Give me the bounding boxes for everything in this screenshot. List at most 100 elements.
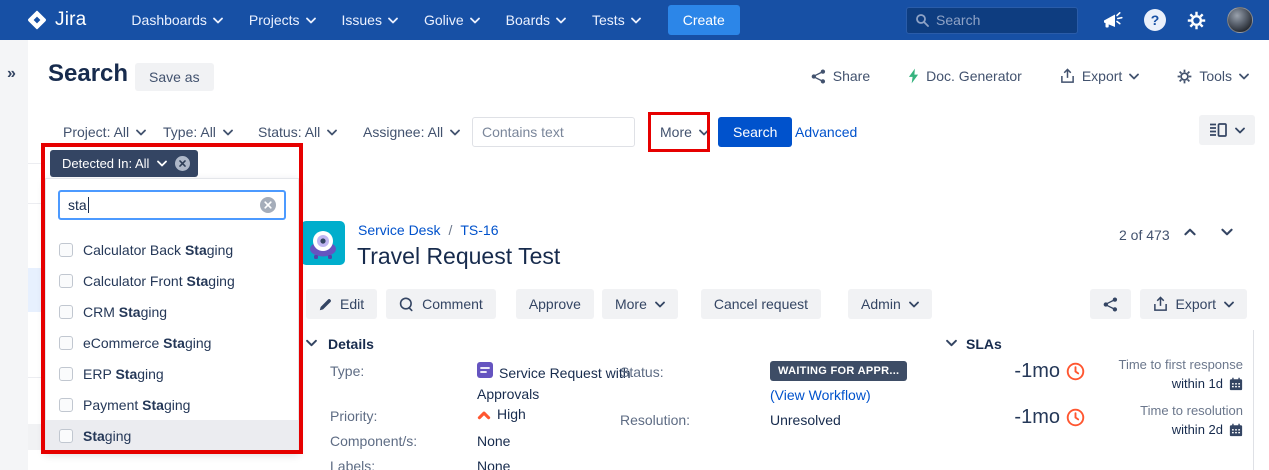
save-as-button[interactable]: Save as <box>135 63 214 91</box>
project-avatar <box>301 221 345 270</box>
advanced-search-link[interactable]: Advanced <box>795 124 857 140</box>
chevron-down-icon <box>327 129 337 136</box>
jira-logo[interactable]: Jira <box>26 9 86 31</box>
list-item[interactable]: eCommerce Staging <box>46 327 298 358</box>
chevron-down-icon <box>1235 127 1245 134</box>
checkbox[interactable] <box>59 305 73 319</box>
component-value: None <box>477 433 510 449</box>
more-actions-button[interactable]: More <box>602 289 678 319</box>
filter-project-dropdown[interactable]: Project: All <box>63 124 146 140</box>
details-collapse-icon[interactable] <box>306 339 317 347</box>
expand-sidebar-button[interactable]: » <box>7 65 16 83</box>
breadcrumb-issue-key-link[interactable]: TS-16 <box>460 222 498 238</box>
checkbox[interactable] <box>59 398 73 412</box>
status-label: Status: <box>620 364 664 380</box>
help-icon[interactable]: ? <box>1144 9 1166 31</box>
option-text-match: Sta <box>115 366 137 382</box>
checkbox[interactable] <box>59 367 73 381</box>
option-text-match: Sta <box>142 397 164 413</box>
list-item[interactable]: Calculator Back Staging <box>46 234 298 265</box>
sla-value: -1mo <box>998 406 1060 429</box>
global-search-input[interactable]: Search <box>906 7 1078 34</box>
doc-generator-button[interactable]: Doc. Generator <box>908 68 1022 84</box>
header-toolbar: Share Doc. Generator Export Tools <box>811 68 1249 84</box>
issue-action-bar: Edit Comment Approve More Cancel request… <box>306 289 932 319</box>
cancel-request-button[interactable]: Cancel request <box>701 289 821 319</box>
contains-text-input[interactable] <box>472 117 635 147</box>
sla-name: Time to first response <box>1118 357 1243 372</box>
option-text-match: Sta <box>119 304 141 320</box>
list-item-highlighted[interactable]: Staging <box>46 420 298 451</box>
option-label: Calculator Back Staging <box>83 242 233 258</box>
tools-menu-button[interactable]: Tools <box>1177 68 1249 84</box>
issue-export-button[interactable]: Export <box>1140 289 1247 319</box>
detected-in-filter-pill[interactable]: Detected In: All <box>50 150 198 177</box>
checkbox[interactable] <box>59 336 73 350</box>
nav-item-golive[interactable]: Golive <box>413 6 491 34</box>
issue-action-bar-right: Export <box>1090 289 1247 319</box>
filter-status-dropdown[interactable]: Status: All <box>258 124 337 140</box>
option-text-pre: eCommerce <box>83 335 163 351</box>
filter-assignee-dropdown[interactable]: Assignee: All <box>363 124 460 140</box>
issue-title: Travel Request Test <box>357 243 560 270</box>
announcements-icon[interactable] <box>1102 11 1123 30</box>
component-label: Component/s: <box>330 433 417 449</box>
list-item[interactable]: ERP Staging <box>46 358 298 389</box>
background-row-line <box>28 203 41 204</box>
comment-button[interactable]: Comment <box>386 289 496 319</box>
chevron-down-icon <box>1129 73 1139 80</box>
view-workflow-link[interactable]: (View Workflow) <box>770 387 871 403</box>
checkbox[interactable] <box>59 243 73 257</box>
list-item[interactable]: CRM Staging <box>46 296 298 327</box>
edit-button[interactable]: Edit <box>306 289 377 319</box>
nav-item-tests[interactable]: Tests <box>581 6 652 34</box>
search-submit-button[interactable]: Search <box>718 117 792 147</box>
user-avatar[interactable] <box>1227 7 1253 33</box>
option-text-post: ging <box>164 397 190 413</box>
sla-due: within 1d <box>1172 376 1243 391</box>
remove-filter-icon[interactable] <box>175 156 190 171</box>
calendar-icon[interactable] <box>1229 377 1243 391</box>
type-value: Service Request with Approvals <box>477 362 633 405</box>
gear-icon <box>1177 69 1192 84</box>
nav-item-dashboards[interactable]: Dashboards <box>120 6 234 34</box>
chevron-down-icon <box>157 160 167 167</box>
jira-search-page: Jira Dashboards Projects Issues Golive B… <box>0 0 1269 470</box>
export-menu-button[interactable]: Export <box>1060 68 1139 84</box>
approve-button[interactable]: Approve <box>516 289 594 319</box>
option-search-input[interactable]: sta <box>58 190 286 220</box>
nav-item-boards[interactable]: Boards <box>495 6 577 34</box>
chevron-down-icon <box>388 17 398 24</box>
filter-type-dropdown[interactable]: Type: All <box>163 124 233 140</box>
settings-gear-icon[interactable] <box>1187 11 1206 30</box>
slas-collapse-icon[interactable] <box>946 339 957 347</box>
next-issue-button[interactable] <box>1221 228 1233 236</box>
previous-issue-button[interactable] <box>1184 228 1196 236</box>
list-item[interactable]: Calculator Front Staging <box>46 265 298 296</box>
nav-item-projects[interactable]: Projects <box>238 6 327 34</box>
admin-menu-button[interactable]: Admin <box>848 289 932 319</box>
filter-more-dropdown[interactable]: More <box>660 124 709 140</box>
create-button[interactable]: Create <box>668 5 740 35</box>
calendar-icon[interactable] <box>1229 423 1243 437</box>
detected-in-dropdown-panel: sta Calculator Back Staging Calculator F… <box>45 178 299 452</box>
jira-logo-icon <box>26 9 48 31</box>
option-text-pre: Payment <box>83 397 142 413</box>
sla-due: within 2d <box>1172 422 1243 437</box>
checkbox[interactable] <box>59 274 73 288</box>
type-label: Type: <box>330 363 364 379</box>
view-layout-switcher[interactable] <box>1199 115 1255 145</box>
sla-overdue-clock-icon <box>1066 362 1085 381</box>
layout-detail-view-icon <box>1209 123 1227 137</box>
list-item[interactable]: Payment Staging <box>46 389 298 420</box>
chevron-down-icon <box>223 129 233 136</box>
share-button[interactable]: Share <box>811 68 870 84</box>
clear-search-icon[interactable] <box>260 197 276 213</box>
issue-share-button[interactable] <box>1090 289 1131 319</box>
nav-item-issues[interactable]: Issues <box>331 6 409 34</box>
checkbox[interactable] <box>59 429 73 443</box>
resolution-label: Resolution: <box>620 412 690 428</box>
breadcrumb-project-link[interactable]: Service Desk <box>358 222 440 238</box>
option-list: Calculator Back Staging Calculator Front… <box>46 234 298 451</box>
brand-name: Jira <box>55 9 86 31</box>
